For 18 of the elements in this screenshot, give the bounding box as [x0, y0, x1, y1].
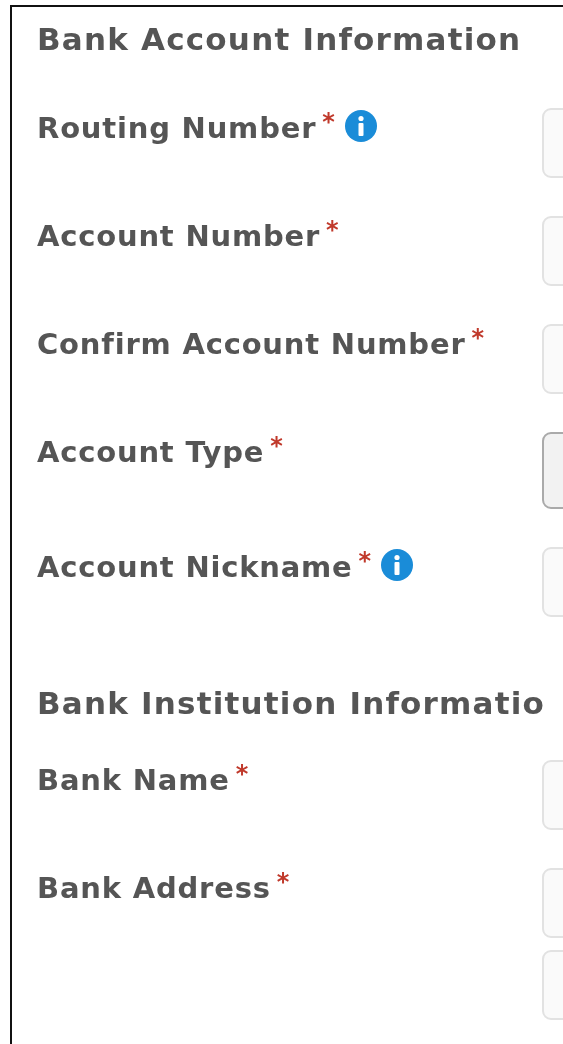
info-icon[interactable] [381, 549, 414, 581]
required-asterisk: * [471, 326, 485, 350]
required-asterisk: * [235, 762, 249, 786]
required-asterisk: * [358, 549, 372, 573]
field-label: Account Number [37, 218, 321, 254]
field-label: Account Nickname [37, 549, 353, 585]
field-label: Routing Number [37, 110, 317, 146]
required-asterisk: * [322, 110, 335, 134]
field-label: Confirm Account Number [37, 326, 466, 362]
required-asterisk: * [326, 218, 339, 242]
required-asterisk: * [270, 434, 283, 458]
info-icon[interactable] [344, 110, 377, 142]
field-label: Bank Name [37, 762, 230, 798]
section-heading: Bank Account Information [37, 20, 522, 59]
required-asterisk: * [276, 870, 290, 894]
section-heading: Bank Institution Informatio [37, 684, 546, 723]
field-label: Account Type [37, 434, 265, 470]
field-label: Bank Address [37, 870, 271, 906]
